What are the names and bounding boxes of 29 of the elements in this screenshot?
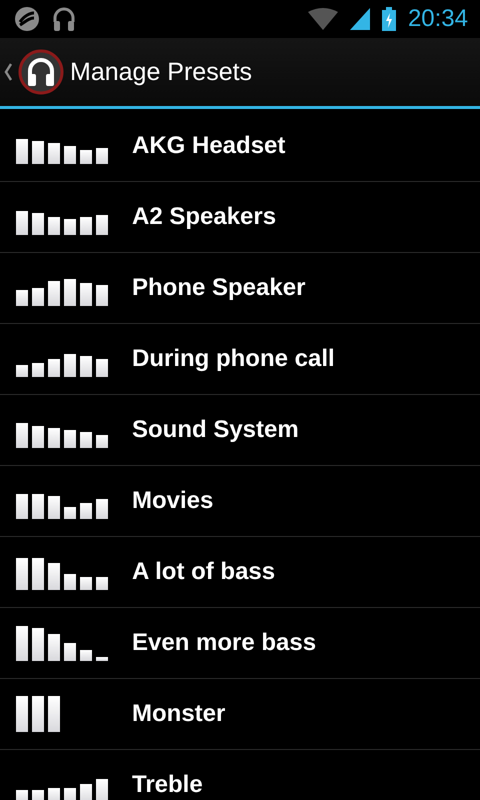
equalizer-bars-icon xyxy=(16,696,60,732)
preset-item[interactable]: Movies xyxy=(0,466,480,537)
preset-item[interactable]: Treble xyxy=(0,750,480,800)
equalizer-bars-icon xyxy=(16,354,108,377)
equalizer-bars-icon xyxy=(16,211,108,235)
phone-icon xyxy=(14,6,40,32)
equalizer-bars-icon xyxy=(16,423,108,448)
preset-item[interactable]: A2 Speakers xyxy=(0,182,480,253)
equalizer-bars-icon xyxy=(16,139,108,164)
signal-icon xyxy=(350,8,370,30)
preset-item[interactable]: A lot of bass xyxy=(0,537,480,608)
equalizer-bars-icon xyxy=(16,279,108,306)
wifi-icon xyxy=(308,8,338,30)
preset-item[interactable]: AKG Headset xyxy=(0,111,480,182)
up-caret-icon[interactable] xyxy=(4,63,12,81)
equalizer-bars-icon xyxy=(16,558,108,590)
battery-icon xyxy=(382,7,396,31)
equalizer-bars-icon xyxy=(16,626,108,661)
screen-title: Manage Presets xyxy=(70,58,252,86)
equalizer-bars-icon xyxy=(16,779,108,800)
preset-item[interactable]: Phone Speaker xyxy=(0,253,480,324)
preset-item[interactable]: During phone call xyxy=(0,324,480,395)
app-logo-icon[interactable] xyxy=(18,49,64,95)
headphones-icon xyxy=(52,6,76,32)
preset-item[interactable]: Monster xyxy=(0,679,480,750)
clock-time: 20:34 xyxy=(408,5,468,33)
preset-item[interactable]: Sound System xyxy=(0,395,480,466)
equalizer-bars-icon xyxy=(16,494,108,519)
preset-item[interactable]: Even more bass xyxy=(0,608,480,679)
